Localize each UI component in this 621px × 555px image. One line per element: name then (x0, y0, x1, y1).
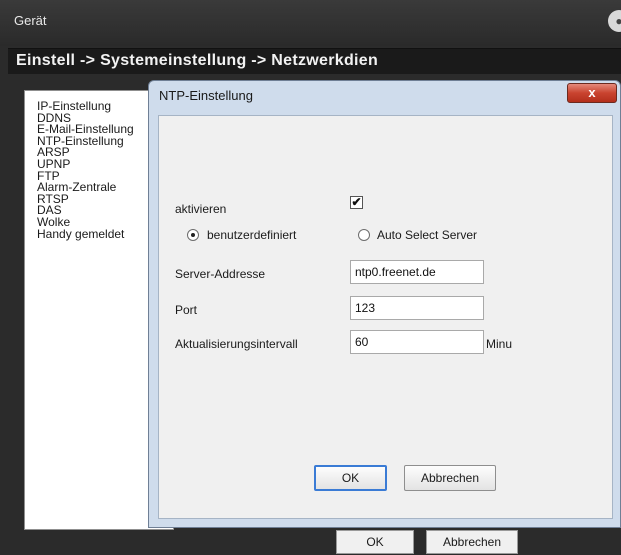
enable-label: aktivieren (175, 202, 227, 216)
port-label: Port (175, 303, 198, 317)
radio-custom-label[interactable]: benutzerdefiniert (207, 228, 296, 242)
interval-unit: Minu (486, 337, 513, 351)
port-input[interactable] (350, 296, 484, 320)
dialog-cancel-button[interactable]: Abbrechen (404, 465, 496, 491)
sidebar-list: IP-Einstellung DDNS E-Mail-Einstellung N… (37, 100, 134, 241)
check-icon: ✔ (351, 195, 362, 209)
interval-input[interactable] (350, 330, 484, 354)
breadcrumb: Einstell -> Systemeinstellung -> Netzwer… (16, 52, 379, 69)
ntp-dialog: NTP-Einstellung x aktivieren ✔ benutzerd… (148, 80, 621, 528)
dialog-body: aktivieren ✔ benutzerdefiniert Auto Sele… (158, 115, 613, 519)
breadcrumb-bar: Einstell -> Systemeinstellung -> Netzwer… (8, 48, 621, 74)
window-title: Gerät (14, 13, 47, 28)
radio-auto-select-label[interactable]: Auto Select Server (377, 228, 477, 242)
window-close-icon[interactable]: ● (608, 10, 621, 32)
server-address-label: Server-Addresse (175, 267, 266, 281)
dialog-ok-button[interactable]: OK (314, 465, 387, 491)
enable-checkbox[interactable]: ✔ (350, 196, 363, 209)
close-icon: x (588, 85, 596, 100)
window-titlebar: Gerät ● (0, 0, 621, 46)
outer-cancel-button[interactable]: Abbrechen (426, 530, 518, 554)
radio-auto-select[interactable] (358, 229, 370, 241)
radio-custom[interactable] (187, 229, 199, 241)
dialog-close-button[interactable]: x (567, 83, 617, 103)
interval-label: Aktualisierungsintervall (175, 337, 298, 351)
sidebar-item-handy-gemeldet[interactable]: Handy gemeldet (37, 228, 134, 241)
server-address-input[interactable] (350, 260, 484, 284)
dialog-titlebar[interactable]: NTP-Einstellung x (149, 81, 620, 111)
outer-ok-button[interactable]: OK (336, 530, 414, 554)
dialog-title: NTP-Einstellung (159, 88, 253, 103)
